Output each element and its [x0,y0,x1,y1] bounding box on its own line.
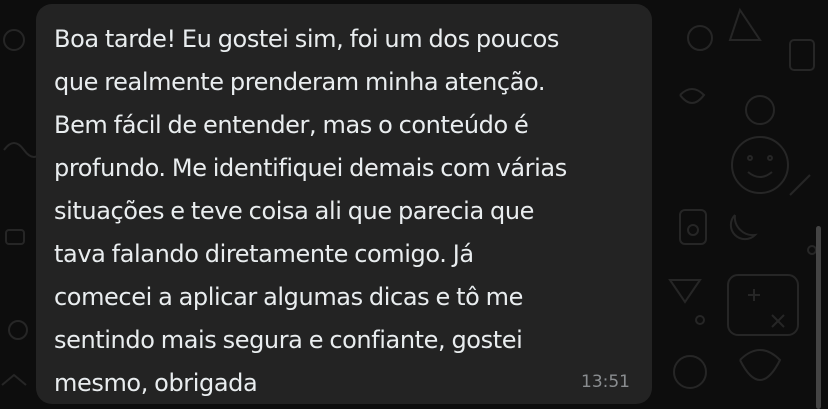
message-bubble[interactable]: Boa tarde! Eu gostei sim, foi um dos pou… [36,4,652,404]
message-line: situações e teve coisa ali que parecia q… [54,197,535,225]
message-line: sentindo mais segura e confiante, gostei [54,326,523,354]
message-line: profundo. Me identifiquei demais com vár… [54,154,567,182]
message-line: Bem fácil de entender, mas o conteúdo é [54,111,529,139]
message-timestamp: 13:51 [581,372,630,392]
chat-area: Boa tarde! Eu gostei sim, foi um dos pou… [0,0,828,409]
message-line: mesmo, obrigada [54,369,258,397]
message-line: Boa tarde! Eu gostei sim, foi um dos pou… [54,25,560,53]
message-line: comecei a aplicar algumas dicas e tô me [54,283,523,311]
message-line: tava falando diretamente comigo. Já [54,240,474,268]
message-text: Boa tarde! Eu gostei sim, foi um dos pou… [54,18,644,405]
chat-scrollbar[interactable] [816,226,821,409]
message-line: que realmente prenderam minha atenção. [54,68,546,96]
